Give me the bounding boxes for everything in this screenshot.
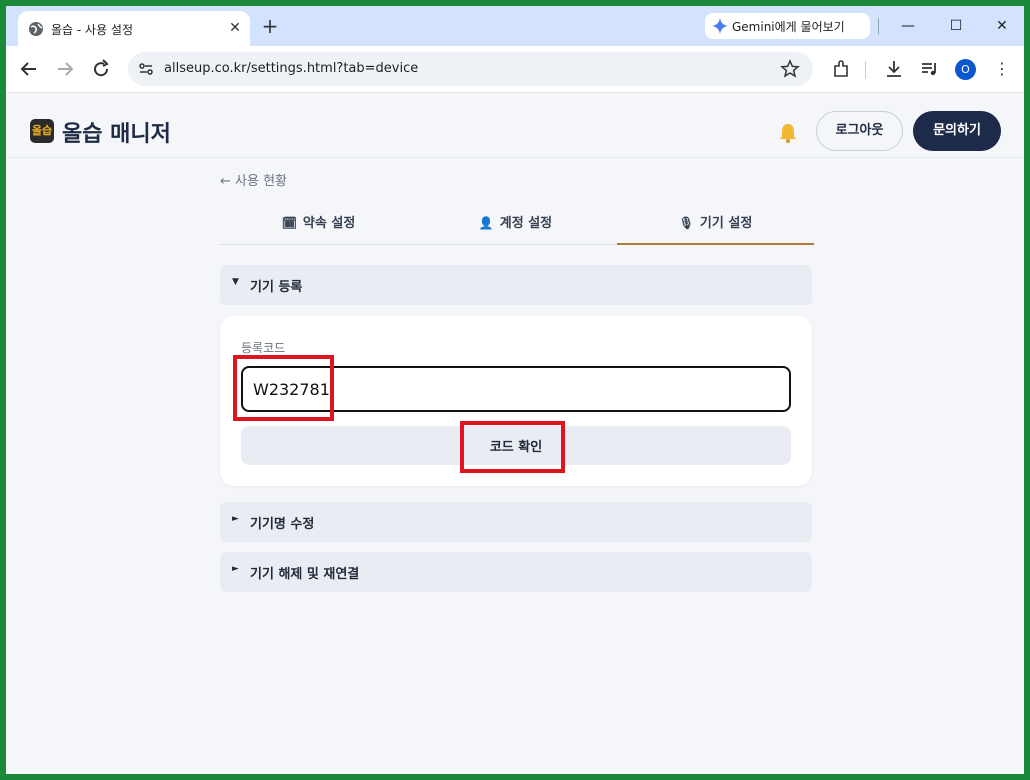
tab-strip: 올습 - 사용 설정 ✕ + Gemini에게 물어보기 — ☐ ✕ [6, 6, 1024, 46]
microphone-icon: 🎙 [678, 216, 694, 230]
toolbar-divider [865, 61, 866, 79]
tabstrip-divider [878, 18, 879, 34]
site-settings-icon[interactable] [138, 61, 154, 77]
profile-avatar[interactable]: O [955, 59, 976, 80]
page-content: 올습 올습 매니저 로그아웃 문의하기 ← 사용 현황 🗓 약속 설정 👤 계정 설… [6, 94, 1024, 774]
accordion-device-register[interactable]: ▼ 기기 등록 [220, 265, 812, 305]
tab-label: 약속 설정 [302, 216, 356, 231]
browser-toolbar: allseup.co.kr/settings.html?tab=device O… [6, 46, 1024, 93]
contact-button[interactable]: 문의하기 [913, 111, 1001, 151]
tab-account-settings[interactable]: 👤 계정 설정 [417, 202, 614, 245]
media-control-icon[interactable] [919, 58, 941, 80]
caret-right-icon: ► [232, 514, 239, 524]
browser-menu-icon[interactable]: ⋮ [994, 59, 1010, 81]
tab-appointment-settings[interactable]: 🗓 약속 설정 [220, 202, 417, 245]
browser-tab[interactable]: 올습 - 사용 설정 ✕ [18, 11, 250, 46]
tab-label: 계정 설정 [499, 216, 553, 231]
highlight-box-confirm-button [460, 421, 565, 473]
accordion-title: 기기명 수정 [250, 517, 315, 532]
logout-button[interactable]: 로그아웃 [816, 111, 903, 151]
site-header: 올습 올습 매니저 로그아웃 문의하기 [6, 94, 1024, 158]
minimize-button[interactable]: — [896, 14, 920, 38]
download-icon[interactable] [883, 58, 905, 80]
back-to-usage-link[interactable]: ← 사용 현황 [220, 170, 287, 189]
window-close-button[interactable]: ✕ [990, 14, 1014, 38]
accordion-title: 기기 해제 및 재연결 [250, 567, 360, 582]
accordion-title: 기기 등록 [250, 280, 303, 295]
bell-icon[interactable] [777, 122, 799, 144]
settings-tabs: 🗓 약속 설정 👤 계정 설정 🎙 기기 설정 [220, 202, 814, 245]
extensions-icon[interactable] [830, 58, 852, 80]
gemini-label: Gemini에게 물어보기 [732, 20, 845, 34]
browser-window: 올습 - 사용 설정 ✕ + Gemini에게 물어보기 — ☐ ✕ allse… [6, 6, 1024, 774]
maximize-button[interactable]: ☐ [944, 14, 968, 38]
tab-title: 올습 - 사용 설정 [51, 23, 134, 37]
accordion-device-unlink[interactable]: ► 기기 해제 및 재연결 [220, 552, 812, 592]
bookmark-star-icon[interactable] [780, 59, 800, 79]
accordion-device-rename[interactable]: ► 기기명 수정 [220, 502, 812, 542]
logo-icon[interactable]: 올습 [30, 119, 54, 143]
caret-down-icon: ▼ [232, 277, 239, 287]
back-arrow-icon[interactable] [17, 57, 41, 81]
gemini-spark-icon [712, 18, 728, 34]
tab-device-settings[interactable]: 🎙 기기 설정 [617, 202, 814, 245]
gemini-button[interactable]: Gemini에게 물어보기 [705, 13, 870, 39]
calendar-icon: 🗓 [281, 216, 297, 230]
new-tab-button[interactable]: + [259, 15, 281, 37]
caret-right-icon: ► [232, 564, 239, 574]
tab-close-icon[interactable]: ✕ [226, 19, 244, 37]
globe-icon [29, 22, 43, 36]
reload-icon[interactable] [89, 57, 113, 81]
user-icon: 👤 [478, 216, 494, 230]
forward-arrow-icon[interactable] [53, 57, 77, 81]
address-bar[interactable]: allseup.co.kr/settings.html?tab=device [128, 52, 813, 86]
url-text[interactable]: allseup.co.kr/settings.html?tab=device [164, 61, 418, 76]
registration-code-label: 등록코드 [241, 341, 286, 355]
brand-title[interactable]: 올습 매니저 [62, 116, 171, 148]
tab-label: 기기 설정 [699, 216, 753, 231]
highlight-box-code-input [233, 355, 334, 421]
